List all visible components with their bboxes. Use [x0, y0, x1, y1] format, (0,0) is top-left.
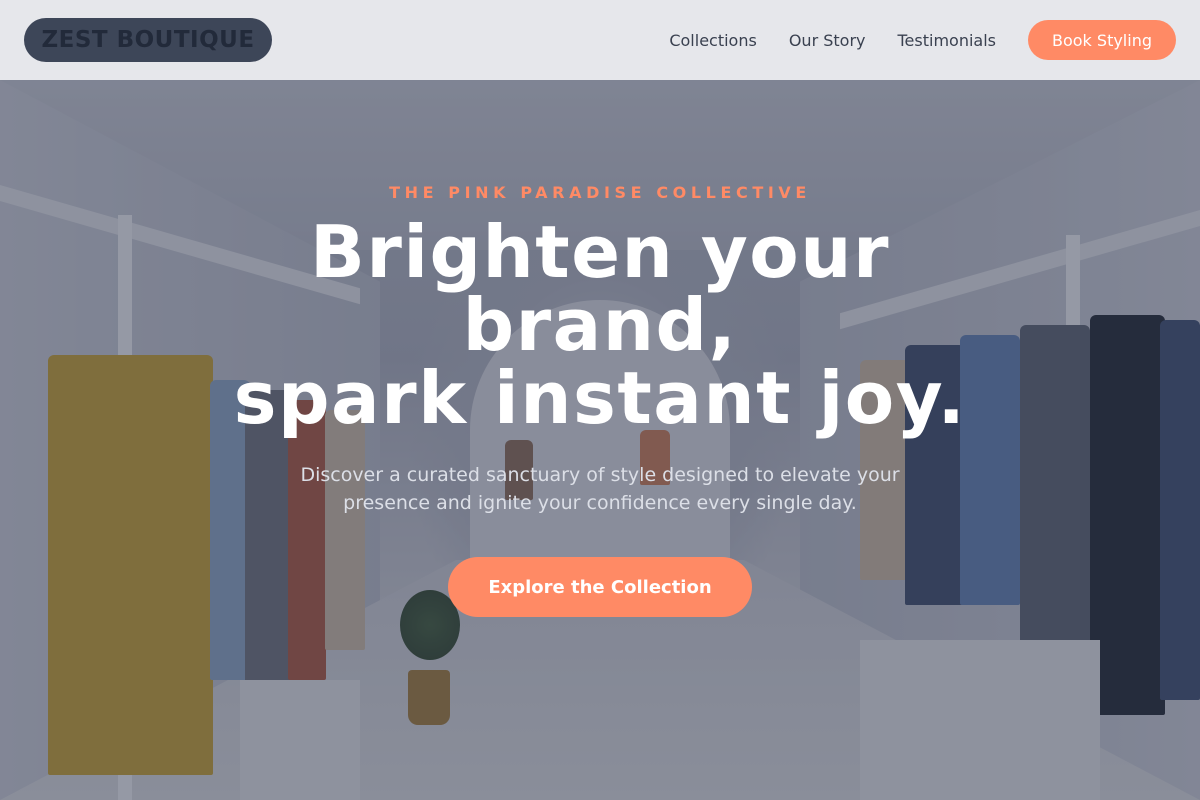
hero-headline: Brighten your brand, spark instant joy. [234, 216, 967, 435]
main-nav: Collections Our Story Testimonials Book … [669, 20, 1176, 60]
book-styling-button[interactable]: Book Styling [1028, 20, 1176, 60]
nav-link-testimonials[interactable]: Testimonials [898, 31, 997, 50]
hero-subtext-line: Discover a curated sanctuary of style de… [300, 464, 900, 486]
hero-headline-line: Brighten your [309, 210, 891, 294]
hero-eyebrow: THE PINK PARADISE COLLECTIVE [389, 183, 811, 202]
nav-link-collections[interactable]: Collections [669, 31, 756, 50]
nav-link-our-story[interactable]: Our Story [789, 31, 866, 50]
hero-headline-line: spark instant joy. [233, 356, 967, 440]
hero-subtext-line: presence and ignite your confidence ever… [343, 492, 857, 514]
top-navigation-bar: ZEST BOUTIQUE Collections Our Story Test… [0, 0, 1200, 80]
hero-section: THE PINK PARADISE COLLECTIVE Brighten yo… [0, 80, 1200, 800]
explore-collection-button[interactable]: Explore the Collection [448, 557, 752, 617]
hero-subtext: Discover a curated sanctuary of style de… [260, 461, 940, 517]
hero-headline-line: brand, [462, 283, 738, 367]
brand-logo[interactable]: ZEST BOUTIQUE [24, 18, 272, 62]
